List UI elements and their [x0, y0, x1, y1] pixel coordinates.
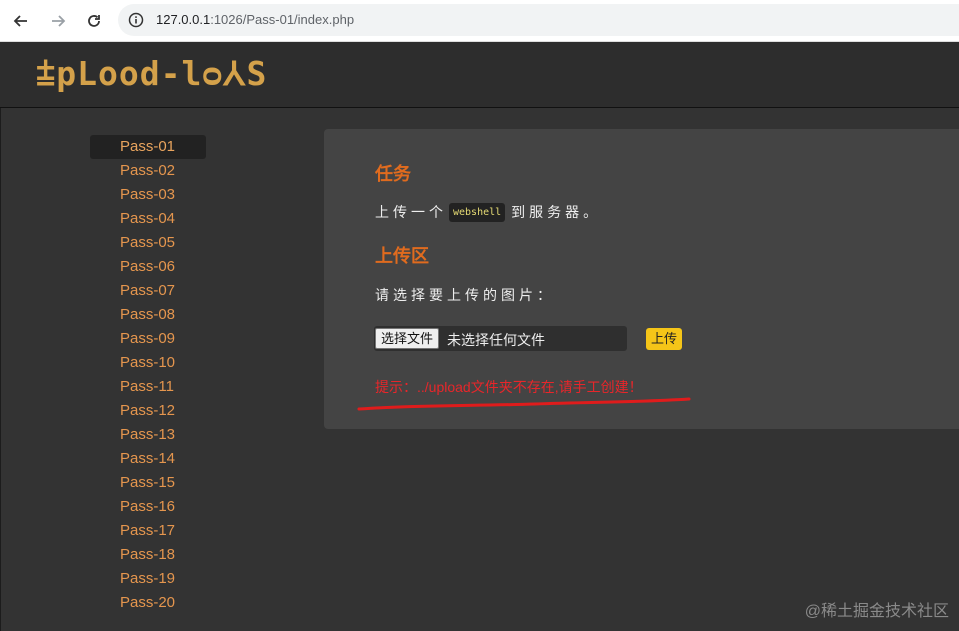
task-text-after: 到服务器。: [511, 204, 602, 220]
sidebar-item-pass-20[interactable]: Pass-20: [90, 591, 206, 615]
forward-button[interactable]: [46, 9, 70, 33]
watermark: @稀土掘金技术社区: [804, 603, 949, 620]
url-host: 127.0.0.1: [156, 12, 211, 27]
site-logo[interactable]: ⩲pLood-lᴑ⅄S: [36, 52, 267, 96]
sidebar-item-pass-04[interactable]: Pass-04: [90, 207, 206, 231]
reload-button[interactable]: [82, 9, 106, 33]
sidebar-item-pass-02[interactable]: Pass-02: [90, 159, 206, 183]
main-area: Pass-01 Pass-02 Pass-03 Pass-04 Pass-05 Pass-…: [0, 108, 959, 631]
content-panel: 任务 上传一个 webshell 到服务器。 上传区 请选择要上传的图片： 选择…: [324, 129, 959, 429]
sidebar-item-pass-14[interactable]: Pass-14: [90, 447, 206, 471]
sidebar-item-pass-19[interactable]: Pass-19: [90, 567, 206, 591]
task-description: 上传一个 webshell 到服务器。: [375, 202, 601, 222]
back-button[interactable]: [9, 9, 33, 33]
arrow-left-icon: [13, 13, 29, 29]
sidebar-item-pass-09[interactable]: Pass-09: [90, 327, 206, 351]
task-heading: 任务: [375, 164, 411, 184]
url-path: :1026/Pass-01/index.php: [210, 12, 355, 27]
task-text-before: 上传一个: [375, 204, 447, 220]
sidebar-item-pass-11[interactable]: Pass-11: [90, 375, 206, 399]
sidebar-item-pass-03[interactable]: Pass-03: [90, 183, 206, 207]
site-header: ⩲pLood-lᴑ⅄S: [0, 42, 959, 108]
red-underline-annotation: [357, 397, 691, 411]
sidebar-nav: Pass-01 Pass-02 Pass-03 Pass-04 Pass-05 Pass-…: [90, 135, 206, 615]
sidebar-item-pass-15[interactable]: Pass-15: [90, 471, 206, 495]
sidebar-item-pass-12[interactable]: Pass-12: [90, 399, 206, 423]
error-message: 提示：../upload文件夹不存在,请手工创建！: [375, 379, 643, 395]
info-icon[interactable]: [128, 12, 144, 33]
upload-button[interactable]: 上传: [646, 328, 683, 350]
sidebar-item-pass-18[interactable]: Pass-18: [90, 543, 206, 567]
sidebar-item-pass-10[interactable]: Pass-10: [90, 351, 206, 375]
sidebar-item-pass-01[interactable]: Pass-01: [90, 135, 206, 159]
choose-file-button[interactable]: 选择文件: [375, 328, 440, 349]
upload-heading: 上传区: [375, 246, 429, 266]
file-input[interactable]: 选择文件 未选择任何文件: [374, 326, 627, 351]
address-bar[interactable]: 127.0.0.1:1026/Pass-01/index.php: [118, 4, 959, 36]
sidebar-item-pass-08[interactable]: Pass-08: [90, 303, 206, 327]
sidebar-item-pass-16[interactable]: Pass-16: [90, 495, 206, 519]
sidebar-item-pass-06[interactable]: Pass-06: [90, 255, 206, 279]
sidebar-item-pass-17[interactable]: Pass-17: [90, 519, 206, 543]
arrow-right-icon: [50, 13, 66, 29]
sidebar-item-pass-07[interactable]: Pass-07: [90, 279, 206, 303]
browser-toolbar: 127.0.0.1:1026/Pass-01/index.php: [0, 0, 959, 42]
file-status: 未选择任何文件: [447, 332, 545, 348]
sidebar-item-pass-13[interactable]: Pass-13: [90, 423, 206, 447]
webshell-code: webshell: [449, 202, 506, 222]
upload-prompt: 请选择要上传的图片：: [375, 287, 555, 303]
reload-icon: [86, 13, 102, 29]
sidebar-item-pass-05[interactable]: Pass-05: [90, 231, 206, 255]
url-text: 127.0.0.1:1026/Pass-01/index.php: [156, 12, 354, 27]
